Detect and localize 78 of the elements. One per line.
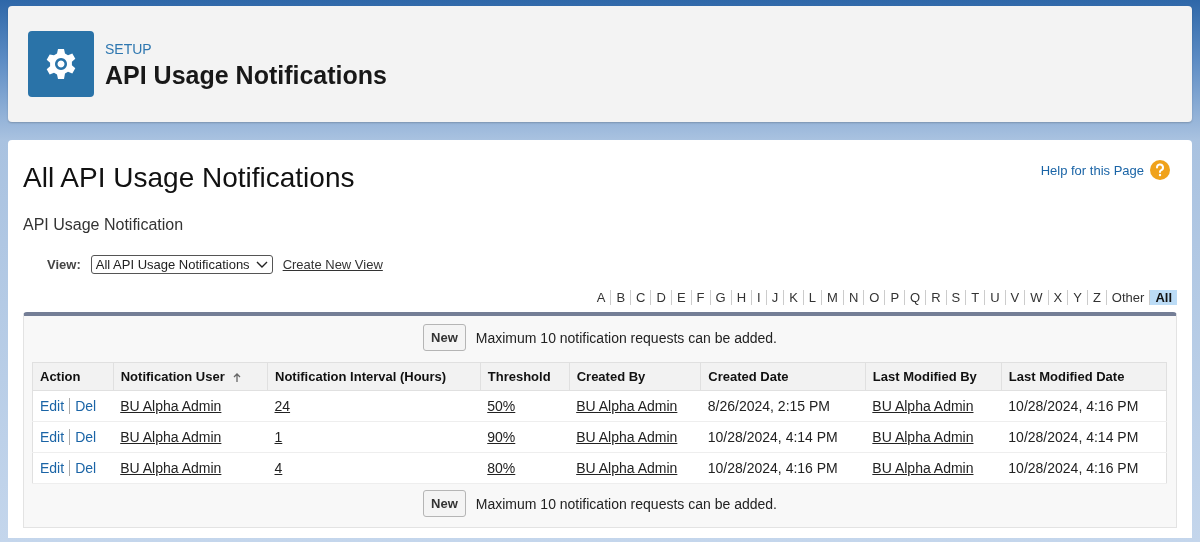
action-link[interactable]: Edit bbox=[40, 429, 65, 445]
letter-filter[interactable]: I bbox=[751, 290, 766, 305]
setup-label: SETUP bbox=[105, 39, 153, 57]
letter-filter[interactable]: X bbox=[1047, 290, 1068, 305]
letter-filter[interactable]: A bbox=[591, 290, 611, 305]
letter-filter[interactable]: T bbox=[965, 290, 985, 305]
letter-filter[interactable]: G bbox=[709, 290, 731, 305]
table-cell: 10/28/2024, 4:14 PM bbox=[700, 421, 866, 453]
limit-message: Maximum 10 notification requests can be added. bbox=[475, 495, 777, 512]
letter-filter[interactable]: D bbox=[650, 290, 671, 305]
letter-filter[interactable]: H bbox=[730, 290, 751, 305]
section-label: API Usage Notification bbox=[23, 216, 185, 234]
page-header-title: API Usage Notifications bbox=[105, 60, 387, 90]
view-dropdown[interactable]: All API Usage Notifications bbox=[90, 255, 273, 274]
column-header[interactable]: Action bbox=[32, 362, 114, 391]
cell-link[interactable]: BU Alpha Admin bbox=[576, 429, 678, 445]
column-header[interactable]: Notification Interval (Hours) bbox=[267, 362, 481, 391]
letter-filter[interactable]: K bbox=[783, 290, 803, 305]
table-cell: 10/28/2024, 4:16 PM bbox=[700, 452, 866, 484]
new-button[interactable]: New bbox=[423, 324, 466, 351]
letter-filter[interactable]: J bbox=[765, 290, 784, 305]
letter-filter[interactable]: U bbox=[984, 290, 1005, 305]
cell-link[interactable]: 1 bbox=[274, 429, 283, 445]
cell-link[interactable]: 80% bbox=[487, 460, 516, 476]
column-header[interactable]: Threshold bbox=[480, 362, 570, 391]
table-cell: 10/28/2024, 4:16 PM bbox=[1001, 452, 1167, 484]
column-header[interactable]: Last Modified Date bbox=[1001, 362, 1167, 391]
letter-filter[interactable]: V bbox=[1004, 290, 1025, 305]
cell-link[interactable]: BU Alpha Admin bbox=[576, 398, 678, 414]
cell-link[interactable]: 50% bbox=[487, 398, 516, 414]
column-header[interactable]: Created Date bbox=[700, 362, 866, 391]
letter-filter[interactable]: Q bbox=[904, 290, 926, 305]
letter-filter[interactable]: W bbox=[1024, 290, 1048, 305]
column-header[interactable]: Last Modified By bbox=[865, 362, 1002, 391]
letter-filter[interactable]: L bbox=[802, 290, 822, 305]
table-cell: 10/28/2024, 4:14 PM bbox=[1001, 421, 1167, 453]
action-link[interactable]: Del bbox=[69, 398, 97, 414]
cell-link[interactable]: BU Alpha Admin bbox=[872, 398, 974, 414]
cell-link[interactable]: BU Alpha Admin bbox=[872, 460, 974, 476]
action-link[interactable]: Del bbox=[69, 429, 97, 445]
action-link[interactable]: Del bbox=[69, 460, 97, 476]
chevron-down-icon bbox=[255, 260, 268, 269]
table-cell: 8/26/2024, 2:15 PM bbox=[700, 390, 866, 422]
column-header[interactable]: Notification User bbox=[113, 362, 268, 391]
cell-link[interactable]: 4 bbox=[274, 460, 283, 476]
letter-filter[interactable]: E bbox=[670, 290, 691, 305]
cell-link[interactable]: BU Alpha Admin bbox=[120, 460, 222, 476]
letter-filter[interactable]: F bbox=[690, 290, 710, 305]
letter-filter[interactable]: M bbox=[821, 290, 843, 305]
sort-arrow-icon bbox=[232, 372, 241, 383]
letter-filter[interactable]: Z bbox=[1086, 290, 1106, 305]
view-label: View: bbox=[47, 257, 81, 272]
table-cell: 10/28/2024, 4:16 PM bbox=[1001, 390, 1167, 422]
gear-icon bbox=[28, 31, 94, 97]
cell-link[interactable]: BU Alpha Admin bbox=[872, 429, 974, 445]
action-link[interactable]: Edit bbox=[40, 398, 65, 414]
letter-filter[interactable]: O bbox=[863, 290, 885, 305]
action-link[interactable]: Edit bbox=[40, 460, 65, 476]
letter-filter[interactable]: B bbox=[610, 290, 631, 305]
column-header[interactable]: Created By bbox=[569, 362, 701, 391]
new-button[interactable]: New bbox=[423, 490, 466, 517]
cell-link[interactable]: 90% bbox=[487, 429, 516, 445]
cell-link[interactable]: 24 bbox=[274, 398, 291, 414]
letter-filter[interactable]: R bbox=[925, 290, 946, 305]
letter-filter[interactable]: N bbox=[842, 290, 864, 305]
limit-message: Maximum 10 notification requests can be added. bbox=[475, 329, 777, 346]
letter-filter[interactable]: All bbox=[1149, 290, 1177, 305]
create-view-link[interactable]: Create New View bbox=[282, 257, 383, 272]
letter-filter[interactable]: Y bbox=[1067, 290, 1087, 305]
cell-link[interactable]: BU Alpha Admin bbox=[120, 398, 222, 414]
page-title: All API Usage Notifications bbox=[23, 161, 355, 195]
letter-filter[interactable]: S bbox=[945, 290, 966, 305]
help-icon[interactable] bbox=[1150, 160, 1170, 180]
letter-filter[interactable]: C bbox=[630, 290, 651, 305]
help-link[interactable]: Help for this Page bbox=[1040, 162, 1144, 178]
letter-filter[interactable]: P bbox=[884, 290, 905, 305]
cell-link[interactable]: BU Alpha Admin bbox=[576, 460, 678, 476]
cell-link[interactable]: BU Alpha Admin bbox=[120, 429, 222, 445]
